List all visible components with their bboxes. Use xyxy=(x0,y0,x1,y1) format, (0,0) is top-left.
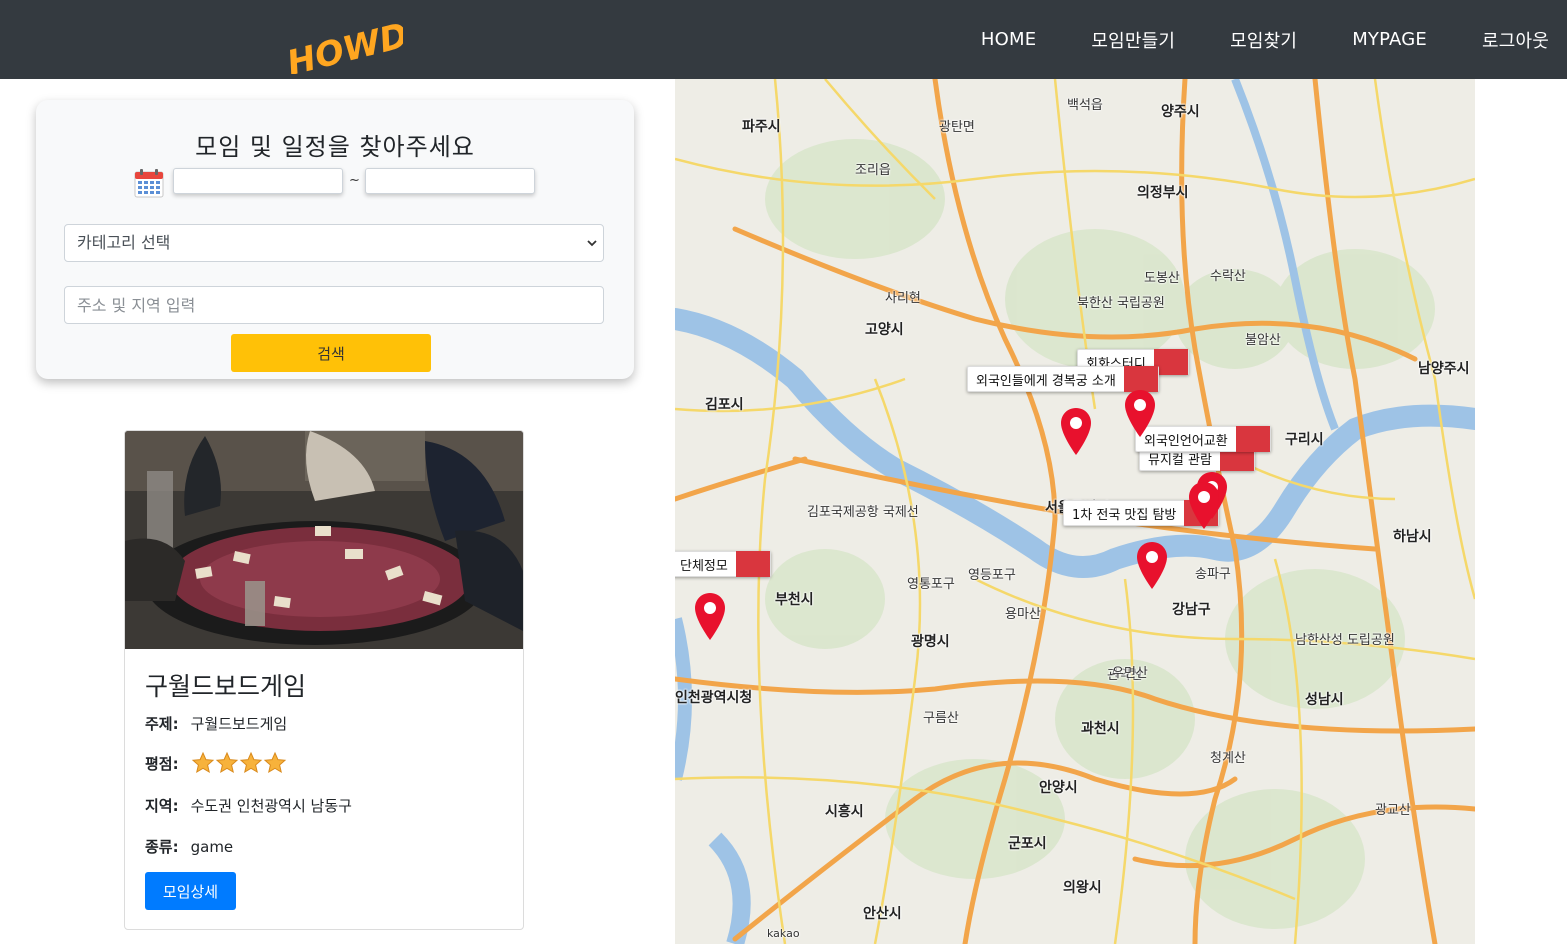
category-select[interactable]: 카테고리 선택 xyxy=(64,224,604,262)
type-label: 종류: xyxy=(145,838,179,856)
nav-find-meeting[interactable]: 모임찾기 xyxy=(1230,27,1297,53)
map-marker-pin-icon[interactable] xyxy=(693,592,727,642)
map-place-label: 안양시 xyxy=(1039,780,1078,796)
chevron-right-icon[interactable] xyxy=(1138,426,1270,452)
map-marker-pin-icon[interactable] xyxy=(1059,407,1093,457)
map-place-label: 과천시 xyxy=(1081,721,1120,737)
map-place-label: 남양주시 xyxy=(1418,361,1470,377)
map-place-label: 양주시 xyxy=(1161,104,1200,120)
map-place-label: 강남구 xyxy=(1172,602,1211,618)
chevron-right-icon[interactable] xyxy=(1080,349,1188,375)
map-place-label: 불암산 xyxy=(1245,333,1281,348)
chevron-right-icon[interactable] xyxy=(675,551,770,577)
map-place-label: 시흥시 xyxy=(825,804,864,820)
map-place-label: 용마산 xyxy=(1005,607,1041,622)
howdy-logo[interactable]: HOWDY xyxy=(283,14,403,74)
map-place-label: 백석읍 xyxy=(1067,98,1103,113)
search-panel: 모임 및 일정을 찾아주세요 ~ 카테고리 선택 검색 xyxy=(36,100,634,379)
map-place-label: 김포국제공항 국제선 xyxy=(807,505,919,520)
kakao-map[interactable]: 파주시 양주시 의정부시 고양시 김포시 서울특별시 부천시 광명시 인천광역시… xyxy=(675,79,1475,944)
star-icon xyxy=(239,751,262,774)
topic-row: 주제: 구월드보드게임 xyxy=(145,713,287,734)
star-icon xyxy=(215,751,238,774)
marker-label: 외국인들에게 경복궁 소개 xyxy=(976,373,1116,389)
map-marker-pin-icon[interactable] xyxy=(1135,541,1169,591)
rating-label: 평점: xyxy=(145,754,179,773)
meeting-detail-button[interactable]: 모임상세 xyxy=(145,872,236,910)
topic-value: 구월드보드게임 xyxy=(190,715,288,733)
map-place-label: 수락산 xyxy=(1210,269,1246,284)
map-place-label: 하남시 xyxy=(1393,529,1432,545)
meeting-card: 구월드보드게임 주제: 구월드보드게임 평점: 지역: 수도권 인천광역시 남동… xyxy=(124,430,524,930)
nav-links: HOME 모임만들기 모임찾기 MYPAGE 로그아웃 xyxy=(926,0,1549,79)
map-place-label: 의왕시 xyxy=(1063,880,1102,896)
category-select-value: 카테고리 선택 xyxy=(77,233,171,252)
map-place-label: 부천시 xyxy=(775,592,814,608)
top-navbar: HOWDY HOME 모임만들기 모임찾기 MYPAGE 로그아웃 xyxy=(0,0,1567,79)
rating-row: 평점: xyxy=(145,751,287,775)
svg-text:HOWDY: HOWDY xyxy=(283,14,403,74)
map-place-label: 우면산 xyxy=(1112,666,1148,681)
topic-label: 주제: xyxy=(145,715,179,733)
chevron-down-icon xyxy=(587,240,597,247)
map-place-label: 고양시 xyxy=(865,322,904,338)
map-place-label: 구리시 xyxy=(1285,432,1324,448)
type-value: game xyxy=(190,837,234,856)
map-place-label: 안산시 xyxy=(863,906,902,922)
map-place-label: 인천광역시청 xyxy=(675,690,753,706)
nav-logout[interactable]: 로그아웃 xyxy=(1482,27,1549,53)
map-place-label: 북한산 국립공원 xyxy=(1077,296,1165,311)
map-attribution: kakao xyxy=(767,927,800,940)
nav-create-meeting[interactable]: 모임만들기 xyxy=(1091,27,1175,53)
star-icon xyxy=(263,751,286,774)
map-place-label: 군포시 xyxy=(1008,836,1047,852)
map-place-label: 조리읍 xyxy=(855,163,891,178)
star-icon xyxy=(191,751,214,774)
map-place-label: 파주시 xyxy=(742,119,781,135)
address-input[interactable] xyxy=(64,286,604,324)
search-title: 모임 및 일정을 찾아주세요 xyxy=(195,133,475,161)
region-row: 지역: 수도권 인천광역시 남동구 xyxy=(145,795,352,816)
nav-mypage[interactable]: MYPAGE xyxy=(1352,29,1427,50)
map-place-label: 광명시 xyxy=(911,634,950,650)
map-place-label: 김포시 xyxy=(705,397,744,413)
start-date-input[interactable] xyxy=(173,168,343,194)
map-place-label: 청계산 xyxy=(1210,751,1246,766)
map-place-label: 광탄면 xyxy=(939,120,975,135)
map-place-label: 영등포구 xyxy=(968,568,1016,583)
marker-label: 1차 전국 맛집 탐방 xyxy=(1072,507,1177,523)
region-label: 지역: xyxy=(145,797,179,815)
map-place-label: 송파구 xyxy=(1195,567,1231,582)
date-separator: ~ xyxy=(349,173,360,188)
rating-stars xyxy=(191,751,287,775)
marker-label: 단체정모 xyxy=(680,558,728,574)
region-value: 수도권 인천광역시 남동구 xyxy=(190,797,352,815)
map-place-label: 광교산 xyxy=(1375,803,1411,818)
map-place-label: 영통포구 xyxy=(907,577,955,592)
calendar-icon[interactable] xyxy=(133,167,165,199)
map-place-label: 사리현 xyxy=(885,291,921,306)
end-date-input[interactable] xyxy=(365,168,535,194)
map-place-label: 성남시 xyxy=(1305,692,1344,708)
search-button[interactable]: 검색 xyxy=(231,334,431,372)
map-marker-pin-icon[interactable] xyxy=(1187,481,1221,531)
map-place-label: 남한산성 도립공원 xyxy=(1295,633,1395,648)
marker-infowindow[interactable]: 단체정모 xyxy=(675,551,771,577)
meeting-photo xyxy=(125,431,523,649)
map-marker-pin-icon[interactable] xyxy=(1123,389,1157,439)
nav-home[interactable]: HOME xyxy=(981,29,1036,50)
meeting-title: 구월드보드게임 xyxy=(145,672,307,701)
type-row: 종류: game xyxy=(145,836,233,857)
map-place-label: 구름산 xyxy=(923,711,959,726)
map-place-label: 의정부시 xyxy=(1137,185,1189,201)
map-place-label: 도봉산 xyxy=(1144,271,1180,286)
